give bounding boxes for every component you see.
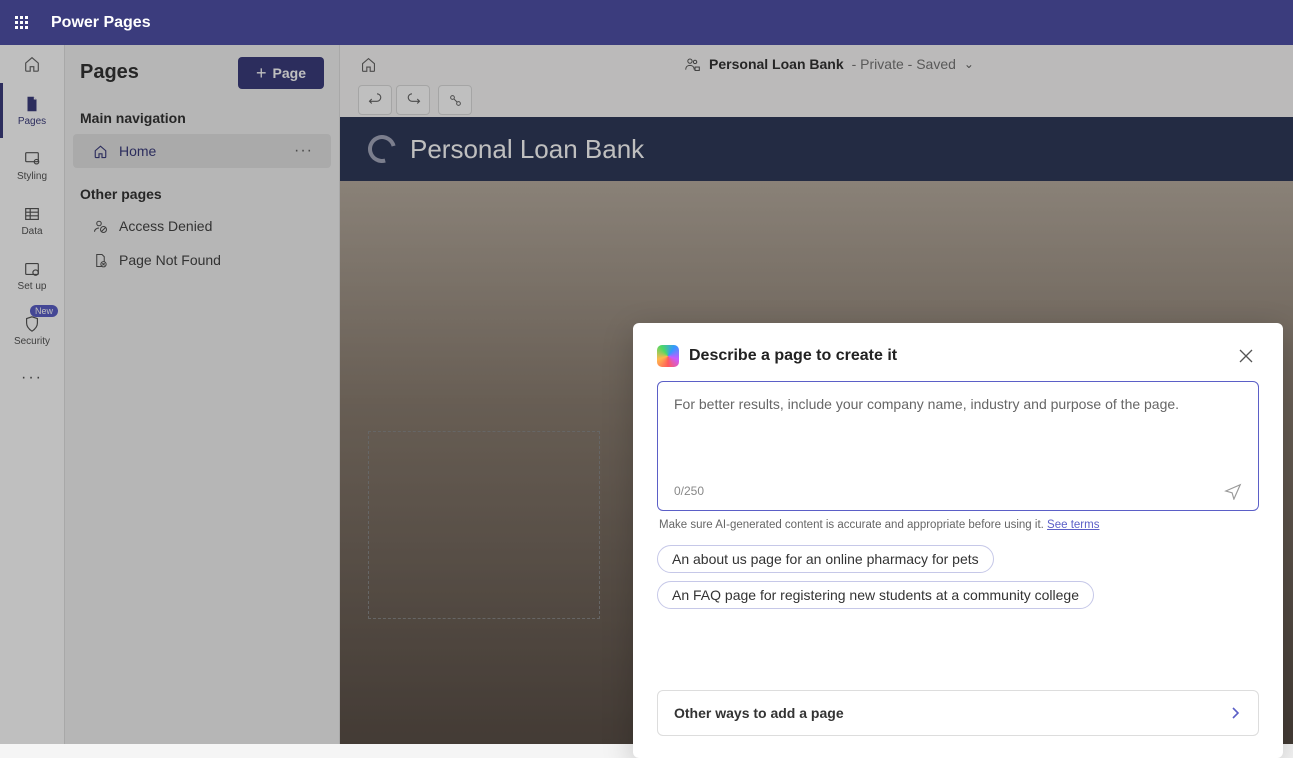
- more-icon[interactable]: ···: [294, 142, 313, 160]
- nav-rail: Pages Styling Data Set up New Security: [0, 45, 65, 744]
- crumb-bar: Personal Loan Bank - Private - Saved ⌄: [340, 45, 1293, 83]
- more-icon: ···: [22, 368, 42, 388]
- pages-icon: [22, 94, 42, 114]
- app-launcher-icon[interactable]: [15, 16, 29, 30]
- rail-data[interactable]: Data: [0, 193, 64, 248]
- close-icon: [1239, 349, 1253, 363]
- main-nav-heading: Main navigation: [65, 100, 339, 132]
- home-icon: [91, 144, 109, 159]
- top-bar: Power Pages: [0, 0, 1293, 45]
- copilot-modal: Describe a page to create it 0/250 Make …: [633, 323, 1283, 758]
- other-pages-heading: Other pages: [65, 176, 339, 208]
- person-denied-icon: [91, 219, 109, 234]
- send-button[interactable]: [1224, 482, 1242, 500]
- styling-icon: [22, 149, 42, 169]
- rail-styling[interactable]: Styling: [0, 138, 64, 193]
- see-terms-link[interactable]: See terms: [1047, 519, 1099, 531]
- setup-icon: [22, 259, 42, 279]
- rail-setup[interactable]: Set up: [0, 248, 64, 303]
- tree-home[interactable]: Home ···: [73, 134, 331, 168]
- rail-security[interactable]: New Security: [0, 303, 64, 358]
- site-logo-icon: [363, 130, 401, 168]
- chevron-down-icon: ⌄: [964, 57, 974, 71]
- new-badge: New: [30, 305, 58, 317]
- plus-icon: +: [256, 64, 267, 82]
- panel-title: Pages: [80, 61, 139, 84]
- shield-icon: [22, 314, 42, 334]
- disclaimer: Make sure AI-generated content is accura…: [659, 519, 1257, 531]
- link-icon: [448, 93, 463, 108]
- other-ways-button[interactable]: Other ways to add a page: [657, 690, 1259, 736]
- add-page-button[interactable]: + Page: [238, 57, 324, 89]
- close-button[interactable]: [1233, 345, 1259, 367]
- rail-pages[interactable]: Pages: [0, 83, 64, 138]
- char-counter: 0/250: [674, 484, 704, 498]
- side-panel: Pages + Page Main navigation Home ··· Ot…: [65, 45, 340, 744]
- people-lock-icon: [684, 56, 701, 73]
- app-title: Power Pages: [51, 14, 151, 32]
- copilot-icon: [657, 345, 679, 367]
- redo-button[interactable]: [396, 85, 430, 115]
- rail-more[interactable]: ···: [0, 358, 64, 398]
- modal-title: Describe a page to create it: [689, 347, 1223, 365]
- site-header-title: Personal Loan Bank: [410, 134, 644, 165]
- home-icon: [23, 55, 41, 73]
- link-button[interactable]: [438, 85, 472, 115]
- undo-icon: [368, 93, 383, 108]
- redo-icon: [406, 93, 421, 108]
- home-icon[interactable]: [360, 56, 377, 73]
- prompt-box: 0/250: [657, 381, 1259, 511]
- suggestion-chip[interactable]: An FAQ page for registering new students…: [657, 581, 1094, 609]
- suggestion-chip[interactable]: An about us page for an online pharmacy …: [657, 545, 994, 573]
- chevron-right-icon: [1228, 706, 1242, 720]
- undo-button[interactable]: [358, 85, 392, 115]
- tree-page-not-found[interactable]: Page Not Found: [73, 244, 331, 276]
- site-selector[interactable]: Personal Loan Bank - Private - Saved ⌄: [385, 56, 1273, 73]
- data-icon: [22, 204, 42, 224]
- send-icon: [1224, 482, 1242, 500]
- home-button[interactable]: [0, 45, 64, 83]
- prompt-input[interactable]: [674, 396, 1242, 476]
- site-header: Personal Loan Bank: [340, 117, 1293, 181]
- tree-access-denied[interactable]: Access Denied: [73, 210, 331, 242]
- page-error-icon: [91, 253, 109, 268]
